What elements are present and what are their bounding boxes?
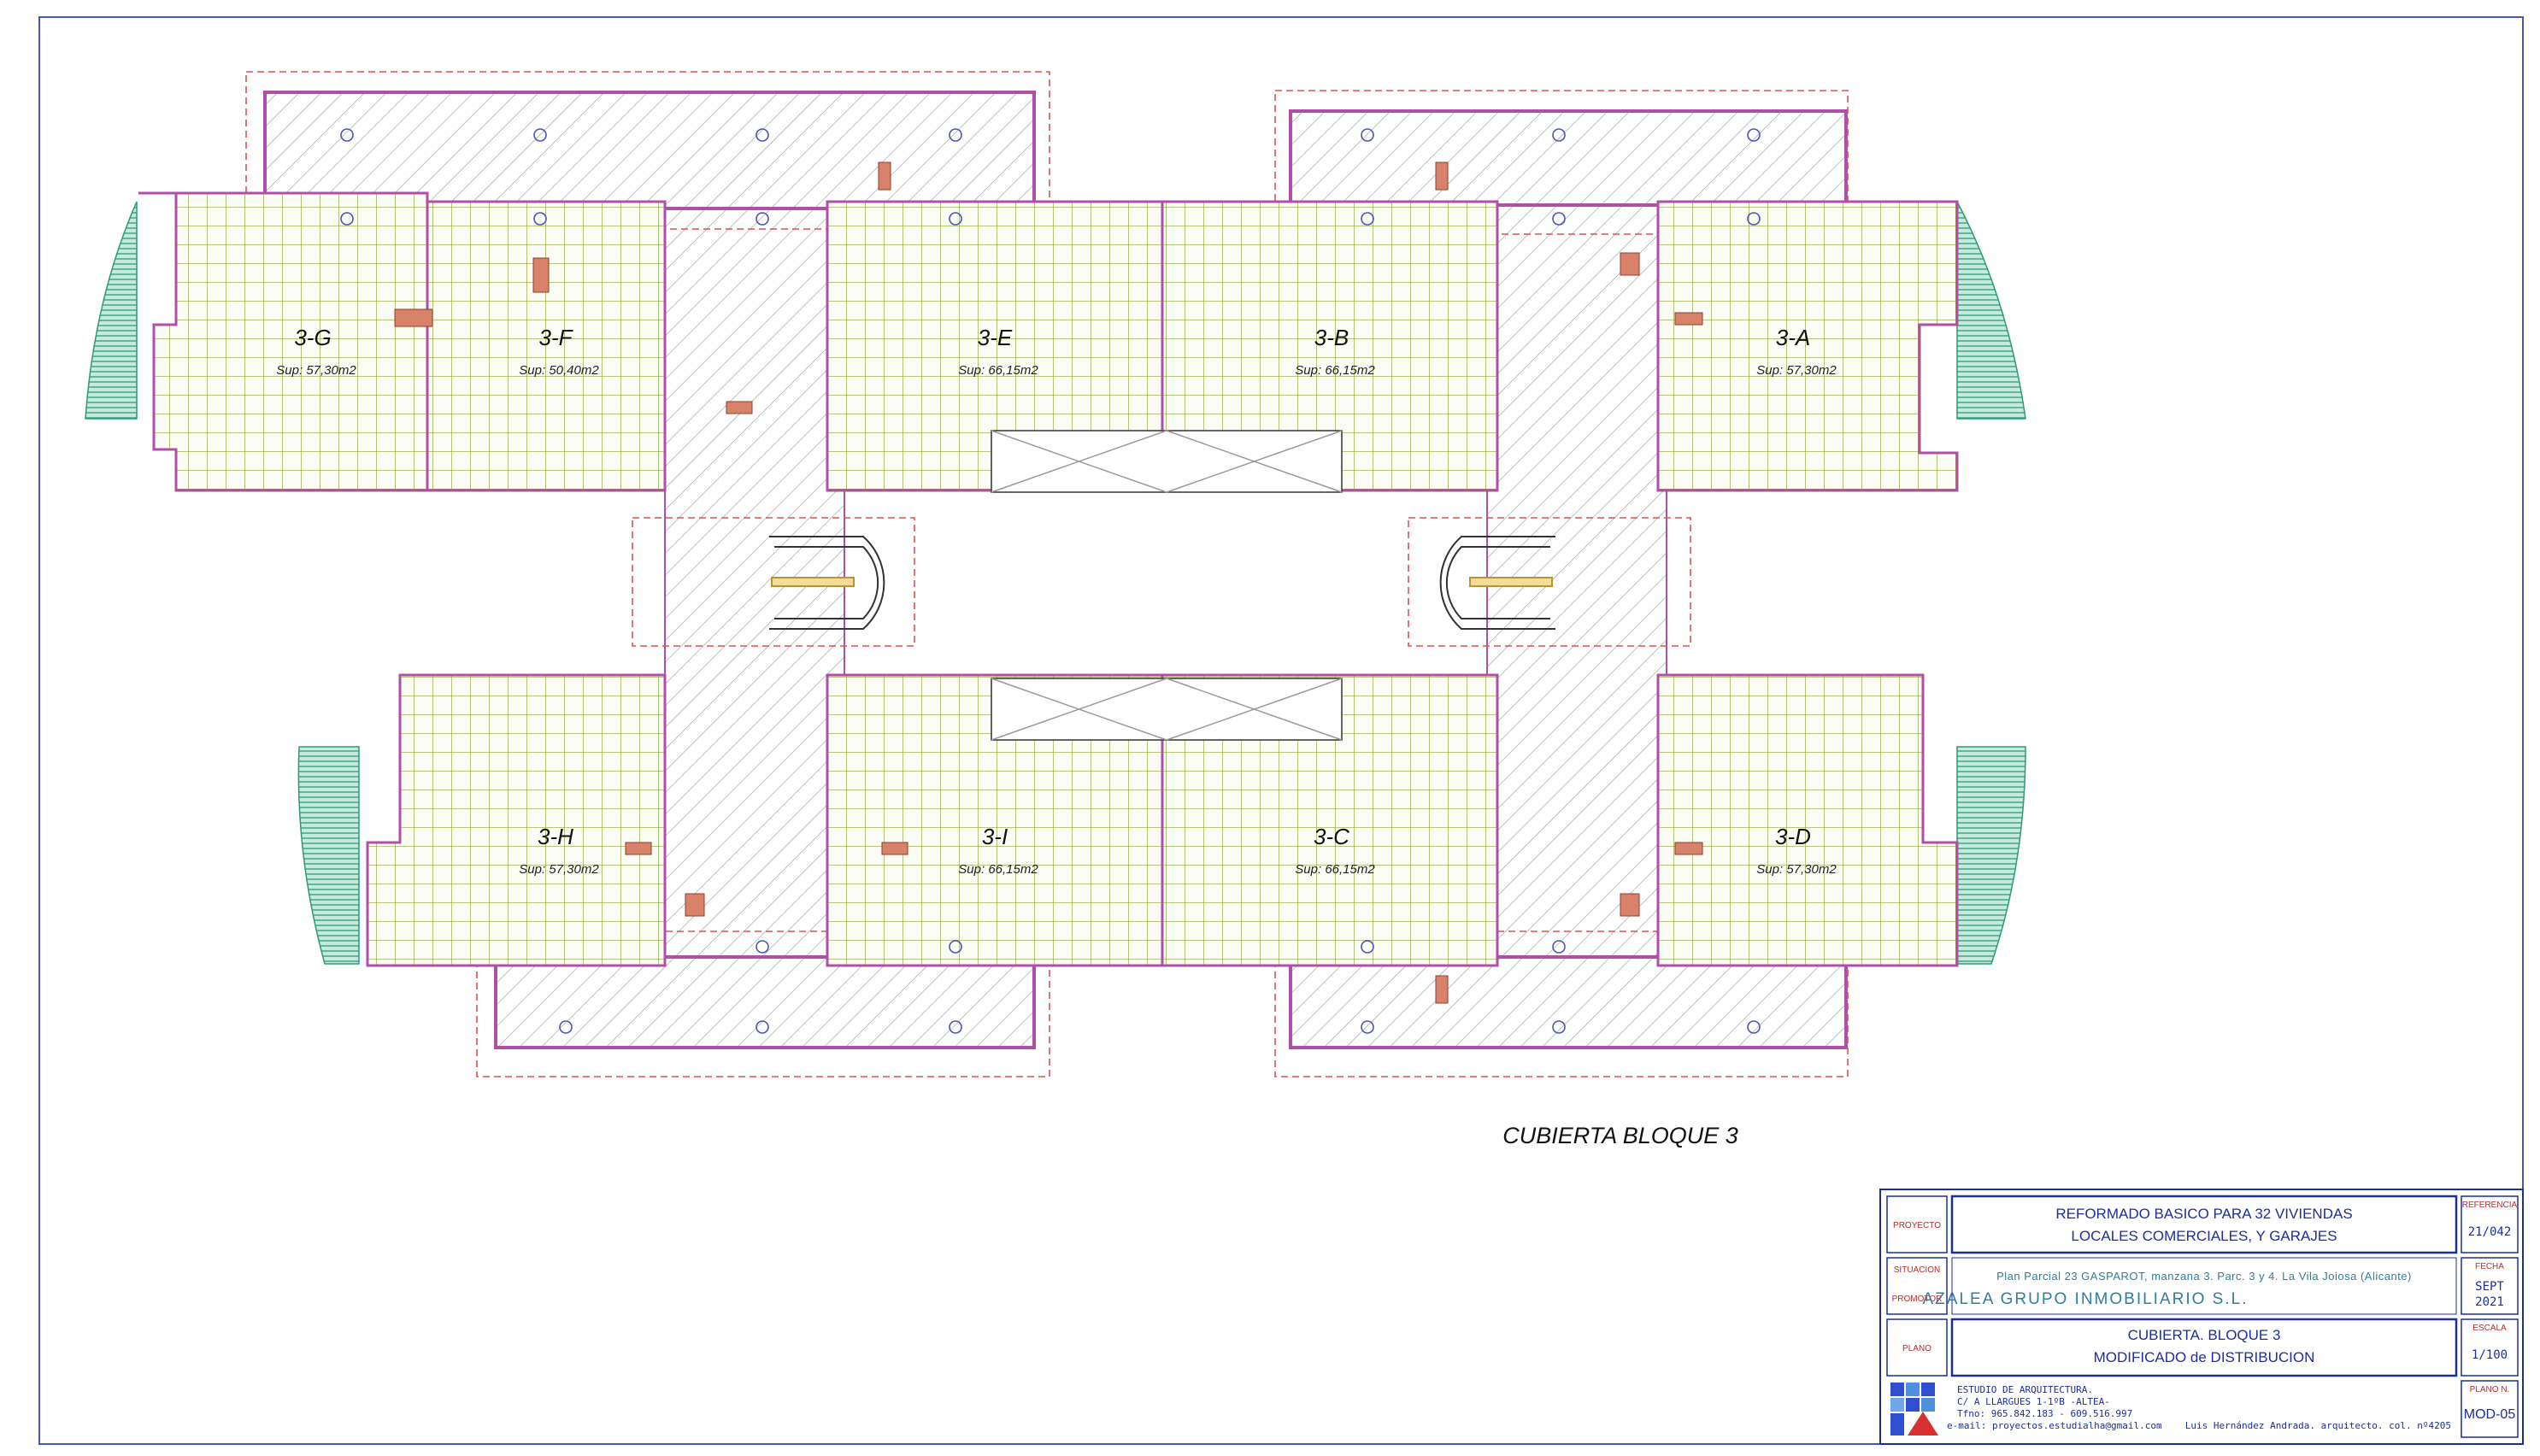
unit-code: 3-H bbox=[538, 824, 573, 849]
plan-number: MOD-05 bbox=[2464, 1407, 2516, 1422]
unit-area: Sup: 50,40m2 bbox=[519, 363, 599, 378]
project-line-1: REFORMADO BASICO PARA 32 VIVIENDAS bbox=[2055, 1206, 2352, 1222]
architect-credit: Luis Hernández Andrada. arquitecto. col.… bbox=[2185, 1420, 2451, 1431]
label-fecha: FECHA bbox=[2475, 1262, 2504, 1271]
studio-logo bbox=[1890, 1383, 1938, 1435]
unit-area: Sup: 57,30m2 bbox=[276, 363, 356, 378]
unit-code: 3-I bbox=[982, 824, 1008, 849]
unit-code: 3-A bbox=[1776, 325, 1810, 350]
unit-area: Sup: 66,15m2 bbox=[958, 363, 1038, 378]
unit-area: Sup: 66,15m2 bbox=[1295, 862, 1375, 877]
unit-area: Sup: 57,30m2 bbox=[1756, 363, 1837, 378]
label-plano-n: PLANO N. bbox=[2470, 1385, 2510, 1394]
reference-value: 21/042 bbox=[2468, 1225, 2512, 1239]
sheet-title: CUBIERTA BLOQUE 3 bbox=[1502, 1123, 1738, 1148]
unit-code: 3-B bbox=[1314, 325, 1349, 350]
label-situacion: SITUACION bbox=[1894, 1265, 1940, 1275]
label-plano: PLANO bbox=[1902, 1344, 1931, 1353]
scale-value: 1/100 bbox=[2472, 1348, 2508, 1362]
situation-text: Plan Parcial 23 GASPAROT, manzana 3. Par… bbox=[1996, 1270, 2412, 1283]
promoter-text: AZALEA GRUPO INMOBILIARIO S.L. bbox=[1923, 1290, 2249, 1308]
unit-area: Sup: 66,15m2 bbox=[958, 862, 1038, 877]
studio-phone: Tfno: 965.842.183 - 609.516.997 bbox=[1957, 1408, 2132, 1419]
plan-line-1: CUBIERTA. BLOQUE 3 bbox=[2128, 1327, 2281, 1343]
studio-address: C/ A LLARGUES 1-1ºB -ALTEA- bbox=[1957, 1396, 2110, 1407]
date-month: SEPT bbox=[2475, 1280, 2504, 1294]
unit-area: Sup: 57,30m2 bbox=[519, 862, 599, 877]
unit-code: 3-D bbox=[1775, 824, 1811, 849]
label-proyecto: PROYECTO bbox=[1893, 1221, 1941, 1230]
title-block: PROYECTO SITUACION PROMOTOR PLANO REFORM… bbox=[1879, 1189, 2524, 1445]
unit-area: Sup: 57,30m2 bbox=[1756, 862, 1837, 877]
label-escala: ESCALA bbox=[2472, 1324, 2507, 1333]
unit-code: 3-G bbox=[294, 325, 331, 350]
studio-email: e-mail: proyectos.estudialha@gmail.com bbox=[1947, 1420, 2162, 1431]
plan-line-2: MODIFICADO de DISTRIBUCION bbox=[2094, 1349, 2315, 1365]
unit-code: 3-F bbox=[539, 325, 574, 350]
roof-plan-drawing: 3-G Sup: 57,30m2 3-F Sup: 50,40m2 3-E Su… bbox=[38, 16, 2524, 1445]
unit-code: 3-E bbox=[978, 325, 1013, 350]
stair-cores bbox=[769, 536, 1555, 630]
unit-code: 3-C bbox=[1314, 824, 1349, 849]
unit-area: Sup: 66,15m2 bbox=[1295, 363, 1375, 378]
label-referencia: REFERENCIA bbox=[2462, 1201, 2518, 1210]
skylights bbox=[991, 430, 1343, 741]
date-year: 2021 bbox=[2475, 1295, 2504, 1309]
project-line-2: LOCALES COMERCIALES, Y GARAJES bbox=[2071, 1228, 2337, 1244]
studio-name: ESTUDIO DE ARQUITECTURA. bbox=[1957, 1384, 2093, 1395]
